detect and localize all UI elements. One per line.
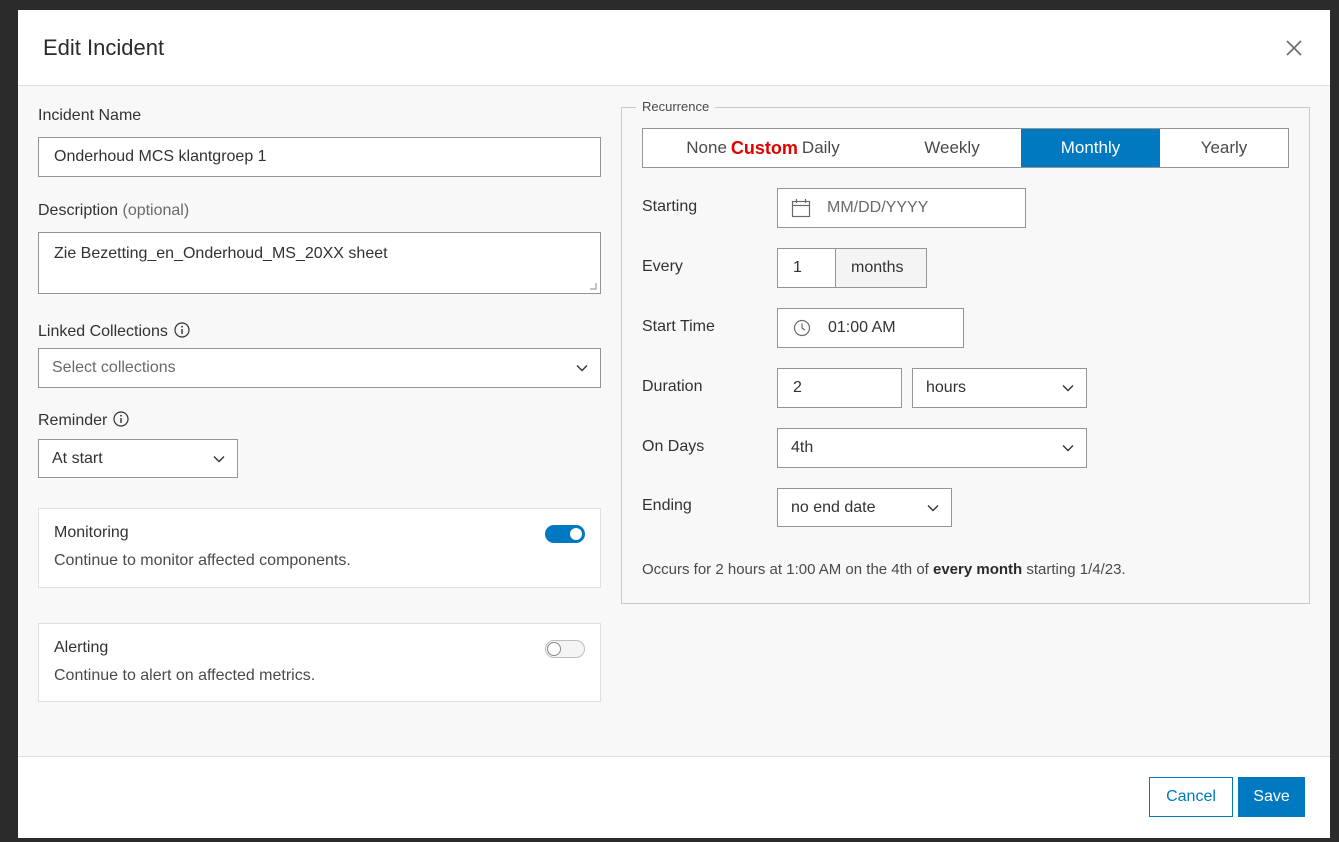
reminder-value: At start — [52, 449, 103, 467]
tab-yearly[interactable]: Yearly — [1160, 129, 1288, 167]
description-optional: (optional) — [122, 202, 190, 219]
dialog-header: Edit Incident — [18, 10, 1330, 86]
chevron-down-icon — [1062, 385, 1074, 392]
linked-collections-select[interactable]: Select collections — [38, 348, 601, 388]
reminder-label-text: Reminder — [38, 412, 108, 429]
recurrence-fieldset — [621, 107, 1310, 604]
info-icon[interactable] — [174, 322, 190, 338]
on-days-label: On Days — [642, 438, 705, 455]
duration-unit-select[interactable]: hours — [912, 368, 1087, 408]
on-days-value: 4th — [791, 439, 814, 456]
description-label-text: Description — [38, 202, 119, 219]
every-value: 1 — [793, 259, 802, 276]
duration-label: Duration — [642, 378, 703, 395]
close-icon[interactable] — [1280, 34, 1308, 62]
starting-label: Starting — [642, 198, 698, 215]
reminder-label: Reminder — [38, 411, 129, 430]
every-unit-addon: months — [835, 248, 927, 288]
chevron-down-icon — [213, 455, 225, 462]
toggle-knob — [547, 642, 561, 656]
description-textarea[interactable]: Zie Bezetting_en_Onderhoud_MS_20XX sheet — [38, 232, 601, 294]
toggle-knob — [570, 528, 582, 540]
summary-post: starting 1/4/23. — [1026, 561, 1126, 578]
edit-incident-dialog: Edit Incident Incident Name Onderhoud MC… — [18, 10, 1330, 838]
recurrence-summary: Occurs for 2 hours at 1:00 AM on the 4th… — [642, 561, 1126, 578]
tab-monthly[interactable]: Monthly — [1021, 129, 1160, 167]
cancel-button[interactable]: Cancel — [1149, 777, 1233, 817]
every-input[interactable]: 1 — [777, 248, 836, 288]
chevron-down-icon — [927, 504, 939, 511]
tab-weekly[interactable]: Weekly — [883, 129, 1021, 167]
summary-pre: Occurs for 2 hours at 1:00 AM on the 4th… — [642, 561, 929, 578]
summary-bold: every month — [933, 561, 1023, 578]
incident-name-input[interactable]: Onderhoud MCS klantgroep 1 — [38, 137, 601, 177]
tab-none-custom-daily[interactable]: None Custom Daily — [643, 129, 883, 167]
start-time-input[interactable]: 01:00 AM — [777, 308, 964, 348]
description-value: Zie Bezetting_en_Onderhoud_MS_20XX sheet — [54, 245, 388, 262]
ending-select[interactable]: no end date — [777, 488, 952, 527]
dialog-title: Edit Incident — [43, 35, 165, 60]
clock-icon — [793, 319, 811, 337]
reminder-select[interactable]: At start — [38, 439, 238, 478]
description-label: Description (optional) — [38, 202, 189, 220]
linked-collections-label: Linked Collections — [38, 322, 190, 341]
tab-none[interactable]: None — [686, 138, 727, 158]
linked-collections-label-text: Linked Collections — [38, 323, 168, 340]
save-button[interactable]: Save — [1238, 777, 1305, 817]
monitoring-title: Monitoring — [54, 524, 129, 541]
info-icon[interactable] — [113, 411, 129, 427]
monitoring-card: Monitoring Continue to monitor affected … — [38, 508, 601, 588]
start-time-label: Start Time — [642, 318, 715, 335]
incident-name-value: Onderhoud MCS klantgroep 1 — [54, 148, 267, 165]
ending-value: no end date — [791, 498, 876, 516]
incident-name-label: Incident Name — [38, 107, 142, 124]
calendar-icon — [791, 199, 811, 218]
start-time-value: 01:00 AM — [828, 319, 896, 336]
every-unit: months — [851, 259, 904, 276]
duration-value: 2 — [793, 379, 802, 396]
tab-daily[interactable]: Daily — [802, 138, 840, 158]
monitoring-subtitle: Continue to monitor affected components. — [54, 552, 351, 569]
every-label: Every — [642, 258, 683, 275]
alerting-card: Alerting Continue to alert on affected m… — [38, 623, 601, 702]
ending-label: Ending — [642, 497, 692, 514]
alerting-title: Alerting — [54, 639, 109, 656]
alerting-toggle[interactable] — [545, 640, 585, 658]
on-days-select[interactable]: 4th — [777, 428, 1087, 468]
chevron-down-icon — [1062, 445, 1074, 452]
monitoring-toggle[interactable] — [545, 525, 585, 543]
resize-handle-icon[interactable] — [589, 282, 597, 290]
tab-custom[interactable]: Custom — [731, 138, 798, 159]
dialog-footer: Cancel Save — [18, 756, 1330, 838]
alerting-subtitle: Continue to alert on affected metrics. — [54, 667, 316, 684]
recurrence-legend: Recurrence — [636, 99, 716, 114]
duration-input[interactable]: 2 — [777, 368, 902, 408]
starting-date-input[interactable]: MM/DD/YYYY — [777, 188, 1026, 228]
chevron-down-icon — [576, 365, 588, 372]
starting-date-placeholder: MM/DD/YYYY — [827, 199, 929, 216]
duration-unit: hours — [926, 379, 967, 396]
linked-collections-placeholder: Select collections — [52, 359, 176, 376]
recurrence-tabs: None Custom Daily Weekly Monthly Yearly — [642, 128, 1289, 168]
